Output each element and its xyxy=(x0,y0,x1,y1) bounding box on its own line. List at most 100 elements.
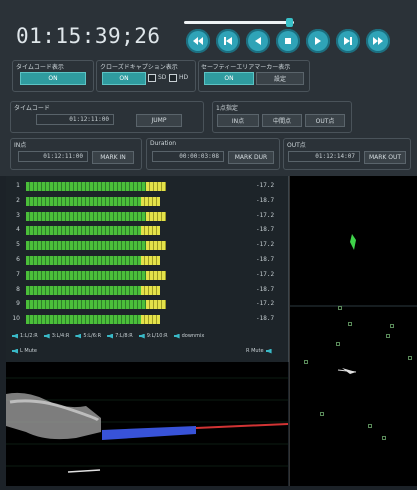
timecode-display-toggle[interactable]: ON xyxy=(20,72,86,85)
channel-pair-row: 1:L/2:R 3:L/4:R 5:L/6:R 7:L/8:R 9:L/10:R… xyxy=(12,331,286,341)
left-mute-toggle[interactable]: L Mute xyxy=(12,348,37,354)
channel-number: 3 xyxy=(16,211,20,219)
meter-bar-green xyxy=(26,270,146,280)
timecode-jump-input[interactable]: 01:12:11:00 xyxy=(36,114,114,125)
channel-pair-1-2[interactable]: 1:L/2:R xyxy=(12,331,38,341)
safety-marker-settings-button[interactable]: 設定 xyxy=(256,72,304,85)
meter-bar-yellow xyxy=(146,300,166,310)
mark-out-button[interactable]: MARK OUT xyxy=(364,151,406,164)
meter-bar-yellow xyxy=(141,285,160,295)
stop-button[interactable] xyxy=(276,29,300,53)
out-point-label: OUT点 xyxy=(287,142,306,149)
channel-pair-7-8[interactable]: 7:L/8:R xyxy=(107,331,133,341)
right-mute-label: R Mute xyxy=(246,348,264,354)
seek-handle[interactable] xyxy=(285,18,293,27)
meter-db-value: -17.2 xyxy=(256,300,275,308)
fast-forward-button[interactable] xyxy=(366,29,390,53)
channel-number: 9 xyxy=(16,300,20,308)
meter-row: 1 -17.2 xyxy=(6,182,288,192)
meter-row: 4 -18.7 xyxy=(6,226,288,236)
closed-caption-label: クローズドキャプション表示 xyxy=(100,64,178,71)
single-point-label: 1点指定 xyxy=(216,105,238,112)
skip-forward-icon xyxy=(344,37,352,45)
waveform-graph xyxy=(6,377,289,473)
meter-row: 6 -18.7 xyxy=(6,256,288,266)
skip-back-icon xyxy=(224,37,232,45)
transport-controls xyxy=(186,29,391,53)
meter-db-value: -18.7 xyxy=(256,315,275,323)
channel-pair-9-10[interactable]: 9:L/10:R xyxy=(138,331,168,341)
downmix-label: downmix xyxy=(181,333,205,339)
right-mute-toggle[interactable]: R Mute xyxy=(246,348,272,354)
channel-pair-label: 3:L/4:R xyxy=(51,333,70,339)
meter-row: 5 -17.2 xyxy=(6,241,288,251)
channel-pair-label: 5:L/6:R xyxy=(83,333,102,339)
speaker-icon xyxy=(138,333,145,339)
step-back-icon xyxy=(255,37,261,45)
seek-bar[interactable] xyxy=(184,21,294,24)
skip-forward-button[interactable] xyxy=(336,29,360,53)
channel-number: 7 xyxy=(16,270,20,278)
meter-bar-yellow xyxy=(146,241,166,251)
meter-bar-green xyxy=(26,300,146,310)
channel-pair-3-4[interactable]: 3:L/4:R xyxy=(43,331,70,341)
in-point-input[interactable]: 01:12:11:00 xyxy=(18,151,88,162)
step-back-button[interactable] xyxy=(246,29,270,53)
downmix-toggle[interactable]: downmix xyxy=(173,331,205,341)
speaker-icon xyxy=(43,333,50,339)
duration-label: Duration xyxy=(150,140,177,147)
meter-bar-yellow xyxy=(146,211,166,221)
speaker-icon xyxy=(265,348,272,354)
meter-row: 9 -17.2 xyxy=(6,300,288,310)
speaker-icon xyxy=(107,333,114,339)
channel-number: 5 xyxy=(16,241,20,249)
left-mute-label: L Mute xyxy=(20,348,37,354)
skip-back-button[interactable] xyxy=(216,29,240,53)
duration-input[interactable]: 00:00:03:08 xyxy=(152,151,224,162)
meter-db-value: -17.2 xyxy=(256,182,275,189)
meter-bar-yellow xyxy=(141,226,160,236)
channel-pair-label: 7:L/8:R xyxy=(115,333,133,339)
speaker-icon xyxy=(12,333,18,339)
meter-bar-yellow xyxy=(141,256,160,265)
channel-number: 4 xyxy=(16,226,20,234)
meter-bar-green xyxy=(26,256,141,265)
out-point-select-button[interactable]: OUT点 xyxy=(305,114,345,127)
mid-point-select-button[interactable]: 中間点 xyxy=(262,114,302,127)
channel-pair-5-6[interactable]: 5:L/6:R xyxy=(75,331,101,341)
in-point-select-button[interactable]: IN点 xyxy=(217,114,259,127)
meter-bar-green xyxy=(26,226,141,236)
channel-pair-label: 9:L/10:R xyxy=(146,333,168,339)
meter-db-value: -17.2 xyxy=(256,211,275,219)
meter-bar-green xyxy=(26,285,141,295)
play-button[interactable] xyxy=(306,29,330,53)
safety-marker-toggle[interactable]: ON xyxy=(204,72,254,85)
mark-in-button[interactable]: MARK IN xyxy=(92,151,134,164)
safety-marker-label: セーフティーエリアマーカー表示 xyxy=(201,64,291,71)
closed-caption-toggle[interactable]: ON xyxy=(102,72,146,85)
meter-bar-yellow xyxy=(146,270,166,280)
in-point-label: IN点 xyxy=(14,142,27,149)
sd-checkbox[interactable] xyxy=(148,74,156,82)
meter-bar-green xyxy=(26,315,141,325)
channel-number: 1 xyxy=(16,182,20,189)
waveform-monitor xyxy=(6,362,289,486)
meter-db-value: -17.2 xyxy=(256,241,275,249)
hd-checkbox[interactable] xyxy=(169,74,177,82)
timecode-jump-label: タイムコード xyxy=(14,105,50,112)
jump-button[interactable]: JUMP xyxy=(136,114,182,127)
meter-bar-yellow xyxy=(146,182,166,191)
timecode-display-label: タイムコード表示 xyxy=(16,64,64,71)
timecode-display: 01:15:39;26 xyxy=(16,24,161,48)
channel-number: 10 xyxy=(12,315,20,323)
sd-label: SD xyxy=(158,74,167,81)
out-point-input[interactable]: 01:12:14:07 xyxy=(288,151,360,162)
rewind-button[interactable] xyxy=(186,29,210,53)
stop-icon xyxy=(285,38,291,44)
meter-bar-yellow xyxy=(141,196,160,206)
meter-row: 2 -18.7 xyxy=(6,196,288,207)
hd-label: HD xyxy=(179,74,189,81)
meter-bar-green xyxy=(26,241,146,251)
mark-dur-button[interactable]: MARK DUR xyxy=(228,151,274,164)
speaker-icon xyxy=(75,333,82,339)
